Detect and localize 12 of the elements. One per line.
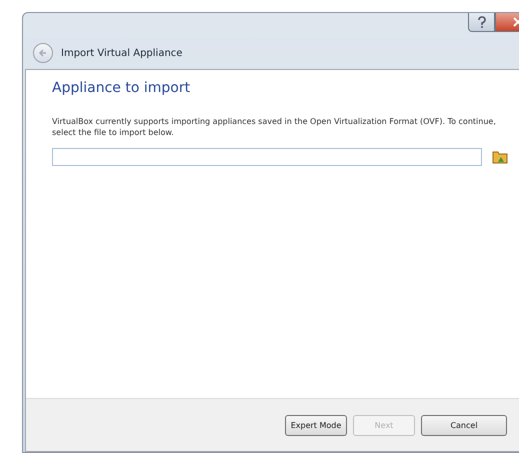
folder-icon (492, 150, 508, 164)
browse-button[interactable] (492, 150, 508, 164)
back-arrow-icon (38, 48, 48, 58)
dialog-button[interactable]: Expert Mode (285, 414, 347, 436)
back-button[interactable] (33, 43, 53, 63)
dialog-button[interactable]: Cancel (421, 414, 507, 436)
window-title: Import Virtual Appliance (61, 48, 182, 58)
help-icon (476, 16, 486, 28)
page-heading: Appliance to import (52, 80, 192, 96)
file-path-field[interactable] (52, 148, 482, 166)
description-text: VirtualBox currently supports importing appliances saved in the Open Virtualization Format (OVF). To continue, select the file to import below. (52, 116, 497, 138)
help-button[interactable] (468, 13, 495, 32)
